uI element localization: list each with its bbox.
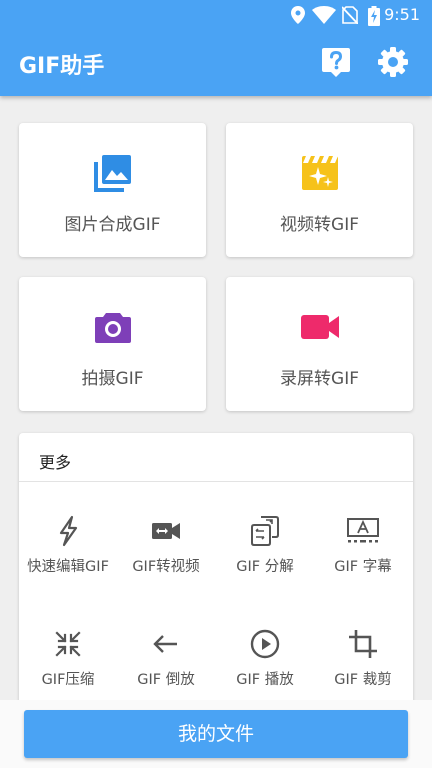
feature-label: 视频转GIF [280,215,359,235]
location-icon [291,6,305,24]
camera-icon [94,313,131,343]
divider [19,481,413,482]
app-title: GIF助手 [19,54,105,79]
subtitle-icon [347,518,379,543]
feature-card-video-to-gif[interactable]: 视频转GIF [226,123,413,257]
help-icon [322,48,350,77]
gear-icon [378,47,408,77]
tool-gif-subtitle[interactable]: GIF 字幕 [314,495,412,595]
tool-gif-to-video[interactable]: GIF转视频 [117,495,215,595]
tool-quick-edit[interactable]: 快速编辑GIF [19,495,117,595]
wifi-icon [312,6,336,24]
more-tools-panel: 更多 快速编辑GIF GIF转视频 GIF 分解 GIF 字幕 GIF压缩 GI… [19,433,413,733]
arrow-left-icon [153,635,177,653]
tool-gif-split[interactable]: GIF 分解 [216,495,314,595]
status-bar: 9:51 [0,0,432,30]
play-circle-icon [250,629,280,659]
battery-charging-icon [368,6,380,26]
tool-gif-reverse[interactable]: GIF 倒放 [117,608,215,708]
feature-card-images-to-gif[interactable]: 图片合成GIF [19,123,206,257]
bottom-bar: 我的文件 [0,700,432,768]
movie-clapper-icon [301,156,338,190]
help-button[interactable] [320,46,352,78]
tool-label: GIF压缩 [41,672,95,688]
tool-gif-crop[interactable]: GIF 裁剪 [314,608,412,708]
flash-icon [59,515,78,547]
crop-icon [349,630,377,658]
feature-label: 拍摄GIF [81,369,144,389]
no-sim-icon [342,6,358,24]
tool-label: GIF 裁剪 [334,672,392,688]
tool-label: GIF转视频 [132,559,200,575]
compress-icon [55,631,81,657]
tool-label: GIF 播放 [236,672,294,688]
tool-label: GIF 倒放 [137,672,195,688]
status-time: 9:51 [384,5,420,24]
split-icon [251,516,279,546]
tool-gif-compress[interactable]: GIF压缩 [19,608,117,708]
my-files-button[interactable]: 我的文件 [24,710,408,758]
feature-label: 录屏转GIF [280,369,359,389]
tool-label: 快速编辑GIF [27,559,109,575]
video-convert-icon [152,523,180,539]
photo-library-icon [93,155,131,192]
feature-label: 图片合成GIF [64,215,161,235]
tool-gif-play[interactable]: GIF 播放 [216,608,314,708]
feature-card-screen-record-gif[interactable]: 录屏转GIF [226,277,413,411]
tool-label: GIF 分解 [236,559,294,575]
feature-card-capture-gif[interactable]: 拍摄GIF [19,277,206,411]
settings-button[interactable] [377,46,409,78]
tool-label: GIF 字幕 [334,559,392,575]
more-title: 更多 [39,453,72,472]
app-bar: 9:51 GIF助手 [0,0,432,96]
video-camera-icon [300,315,339,339]
